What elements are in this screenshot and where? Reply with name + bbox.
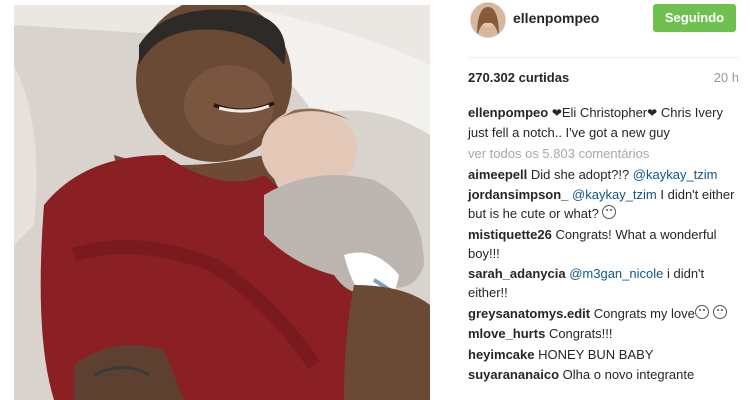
comment-mention[interactable]: @m3gan_nicole [569, 266, 663, 281]
comment-item: mlove_hurts Congrats!!! [468, 324, 738, 343]
comment-username[interactable]: sarah_adanycia [468, 266, 566, 281]
comment-item: suyarananaico Olha o novo integrante [468, 365, 738, 384]
likes-count[interactable]: 270.302 curtidas [468, 70, 569, 85]
following-button[interactable]: Seguindo [653, 4, 736, 32]
avatar-image [471, 3, 505, 37]
post-photo[interactable] [14, 5, 430, 400]
comment-text: Olha o novo integrante [562, 367, 695, 382]
comment-item: greysanatomys.edit Congrats my love [468, 304, 738, 323]
smiley-icon [694, 304, 709, 319]
comment-username[interactable]: greysanatomys.edit [468, 306, 590, 321]
comment-item: mistiquette26 Congrats! What a wonderful… [468, 225, 738, 263]
comment-username[interactable]: aimeepell [468, 167, 527, 182]
comment-username[interactable]: jordansimpson_ [468, 187, 568, 202]
comment-username[interactable]: mistiquette26 [468, 227, 552, 242]
smiley-icon [602, 205, 617, 219]
comments-list: ellenpompeo ❤Eli Christopher❤ Chris Iver… [468, 103, 738, 386]
comment-item: aimeepell Did she adopt?!? @kaykay_tzim [468, 165, 738, 184]
heart-icon: ❤ [551, 106, 562, 120]
caption: ellenpompeo ❤Eli Christopher❤ Chris Iver… [468, 103, 738, 142]
comment-item: jordansimpson_ @kaykay_tzim I didn't eit… [468, 185, 738, 223]
comment-item: heyimcake HONEY BUN BABY [468, 345, 738, 364]
comment-item: sarah_adanycia @m3gan_nicole i didn't ei… [468, 264, 738, 302]
view-all-comments-link[interactable]: ver todos os 5.803 comentários [468, 144, 738, 163]
comment-mention[interactable]: @kaykay_tzim [633, 167, 718, 182]
comment-text: Did she adopt?!? [530, 166, 633, 182]
comment-mention[interactable]: @kaykay_tzim [572, 187, 657, 202]
header-divider [468, 57, 738, 58]
smiley-icon [712, 304, 727, 319]
comment-username[interactable]: mlove_hurts [468, 326, 545, 341]
caption-username[interactable]: ellenpompeo [468, 105, 548, 120]
instagram-post-card: ellenpompeo Seguindo 270.302 curtidas 20… [0, 0, 750, 400]
post-details-panel: ellenpompeo Seguindo 270.302 curtidas 20… [448, 0, 750, 400]
comment-username[interactable]: heyimcake [468, 347, 535, 362]
avatar[interactable] [470, 2, 506, 38]
comment-username[interactable]: suyarananaico [468, 367, 559, 382]
post-username[interactable]: ellenpompeo [513, 10, 599, 26]
post-photo-illustration [14, 5, 430, 400]
comment-text: Congrats my love [593, 305, 695, 321]
heart-icon: ❤ [647, 106, 658, 120]
comment-text: Congrats!!! [548, 326, 613, 341]
post-header: ellenpompeo Seguindo [448, 0, 750, 40]
caption-text-1: Eli Christopher [561, 105, 648, 120]
comment-text: HONEY BUN BABY [538, 346, 654, 362]
post-time[interactable]: 20 h [714, 70, 739, 85]
